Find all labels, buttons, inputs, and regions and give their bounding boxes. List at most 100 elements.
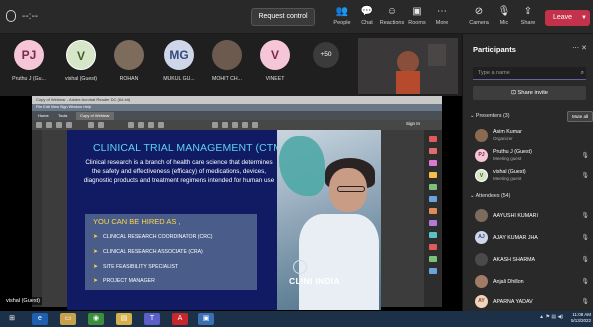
search-icon[interactable] (66, 122, 72, 128)
prev-page-icon[interactable] (88, 122, 94, 128)
avatar: AJ (475, 231, 488, 244)
photo-icon[interactable]: ▣ (198, 313, 214, 325)
gallery-tile[interactable]: ROHAN (106, 40, 152, 90)
participant-gallery: PJ Pruthu J (Gu... V vishal (Guest) ROHA… (0, 34, 462, 96)
system-tray[interactable]: ▲ ⚑ ▤ ◀) (539, 314, 563, 320)
print-icon[interactable] (46, 122, 52, 128)
leave-button[interactable]: Leave ▼ (545, 10, 590, 26)
tool-redact-icon[interactable] (429, 208, 437, 214)
close-icon[interactable]: ✕ (581, 45, 587, 52)
next-page-icon[interactable] (98, 122, 104, 128)
tool-comment-icon[interactable] (429, 172, 437, 178)
avatar (212, 40, 242, 70)
chrome-icon[interactable]: ◉ (88, 313, 104, 325)
presenter-row[interactable]: Asim Kumar Organizer (471, 126, 589, 146)
request-control-button[interactable]: Request control (251, 8, 315, 26)
tool-sign-icon[interactable] (429, 232, 437, 238)
gallery-tile[interactable]: V VINEET (252, 40, 298, 90)
folder-icon[interactable]: ▤ (116, 313, 132, 325)
rooms-icon: ▣ (412, 6, 422, 17)
file-explorer-icon[interactable]: ▭ (60, 313, 76, 325)
internet-explorer-icon[interactable]: e (32, 313, 48, 325)
tool-combine-icon[interactable] (429, 184, 437, 190)
select-icon[interactable] (128, 122, 134, 128)
clini-india-logo-icon (293, 260, 307, 274)
gallery-tile[interactable]: PJ Pruthu J (Gu... (6, 40, 52, 90)
left-panel (32, 130, 42, 307)
presenters-section-header[interactable]: ⌄ Presenters (3) (470, 113, 509, 119)
attendee-row[interactable]: Anjali Dhillon 🎙 (471, 272, 589, 292)
rooms-button[interactable]: ▣ Rooms (404, 4, 430, 32)
draw-icon[interactable] (232, 122, 238, 128)
share-invite-button[interactable]: ⊡ Share invite (473, 86, 586, 100)
attendee-row[interactable]: AY APARNA YADAV 🎙 (471, 292, 589, 312)
presenter-row[interactable]: V vishal (Guest) Meeting guest 🎙 (471, 166, 589, 186)
zoom-in-icon[interactable] (158, 122, 164, 128)
tab-home[interactable]: Home (34, 112, 53, 120)
tab-tools[interactable]: Tools (54, 112, 71, 120)
tool-protect-icon[interactable] (429, 220, 437, 226)
mic-off-icon: 🎙 (581, 235, 589, 241)
sign-in-link[interactable]: Sign In (406, 121, 420, 126)
attendee-row[interactable]: AJ AJAY KUMAR JHA 🎙 (471, 228, 589, 248)
more-options-icon[interactable]: ⋯ (572, 45, 579, 52)
rooms-label: Rooms (408, 20, 426, 26)
teams-meeting-window: --:-- Request control 👥 People 💬 Chat ☺ … (0, 0, 593, 327)
participant-role: Meeting guest (493, 176, 522, 181)
teams-icon[interactable]: T (144, 313, 160, 325)
participant-role: Organizer (493, 136, 513, 141)
participant-search-input[interactable]: Type a name ⌕ (473, 67, 586, 80)
comment-icon[interactable] (212, 122, 218, 128)
windows-start-icon[interactable]: ⊞ (4, 313, 20, 325)
role-label: CLINICAL RESEARCH COORDINATOR (CRC) (103, 234, 213, 240)
taskbar-clock[interactable]: 11:08 AM 5/13/2022 (571, 312, 591, 324)
tool-create-icon[interactable] (429, 148, 437, 154)
attach-icon[interactable] (252, 122, 258, 128)
hand-icon[interactable] (138, 122, 144, 128)
tool-more-icon[interactable] (429, 268, 437, 274)
tool-edit-icon[interactable] (429, 160, 437, 166)
arrow-icon: ➤ (93, 234, 99, 240)
acrobat-icon[interactable]: A (172, 313, 188, 325)
gallery-tile[interactable]: MOHIT CH... (204, 40, 250, 90)
share-button[interactable]: ⇪ Share (515, 4, 541, 32)
mic-off-icon: 🎙 (581, 153, 589, 159)
attendee-row[interactable]: AKASH SHARMA 🎙 (471, 250, 589, 270)
more-participants-button[interactable]: +50 (313, 42, 339, 68)
chat-label: Chat (361, 20, 373, 26)
reactions-button[interactable]: ☺ Reactions (379, 4, 405, 32)
tool-scan-icon[interactable] (429, 256, 437, 262)
zoom-out-icon[interactable] (148, 122, 154, 128)
avatar: MG (164, 40, 194, 70)
mic-button[interactable]: 🎙 Mic (491, 4, 517, 32)
chevron-down-icon[interactable]: ▼ (581, 10, 587, 26)
menu-bar: File Edit View Sign Window Help (32, 104, 442, 111)
right-tools-panel (424, 130, 442, 307)
video-tile[interactable] (358, 38, 458, 94)
highlight-icon[interactable] (222, 122, 228, 128)
tool-organize-icon[interactable] (429, 196, 437, 202)
arrow-icon: ➤ (93, 278, 99, 284)
save-icon[interactable] (36, 122, 42, 128)
attendee-row[interactable]: AAYUSHI KUMARI 🎙 (471, 206, 589, 226)
stamp-icon[interactable] (242, 122, 248, 128)
participant-name: Asim Kumar (493, 129, 522, 135)
presenter-row[interactable]: PJ Pruthu J (Guest) Meeting guest 🎙 (471, 146, 589, 166)
gallery-tile[interactable]: MG MUKUL GU... (156, 40, 202, 90)
pdf-slide: CLINICAL TRIAL MANAGEMENT (CTM) Clinical… (67, 130, 381, 310)
tool-send-icon[interactable] (429, 244, 437, 250)
tool-export-icon[interactable] (429, 136, 437, 142)
chat-button[interactable]: 💬 Chat (354, 4, 380, 32)
camera-button[interactable]: ⊘ Camera (466, 4, 492, 32)
mail-icon[interactable] (56, 122, 62, 128)
gallery-tile[interactable]: V vishal (Guest) (58, 40, 104, 90)
attendees-section-header[interactable]: ⌄ Attendees (54) (470, 193, 510, 199)
avatar: PJ (14, 40, 44, 70)
hire-title: YOU CAN BE HIRED AS , (93, 217, 181, 226)
role-label: SITE FEASIBILITY SPECIALIST (103, 264, 179, 270)
mute-all-button[interactable]: Mute all (567, 111, 593, 122)
more-button[interactable]: ⋯ More (429, 4, 455, 32)
tab-document[interactable]: Copy of Webinar (76, 112, 114, 120)
leave-label: Leave (553, 14, 573, 21)
people-button[interactable]: 👥 People (329, 4, 355, 32)
